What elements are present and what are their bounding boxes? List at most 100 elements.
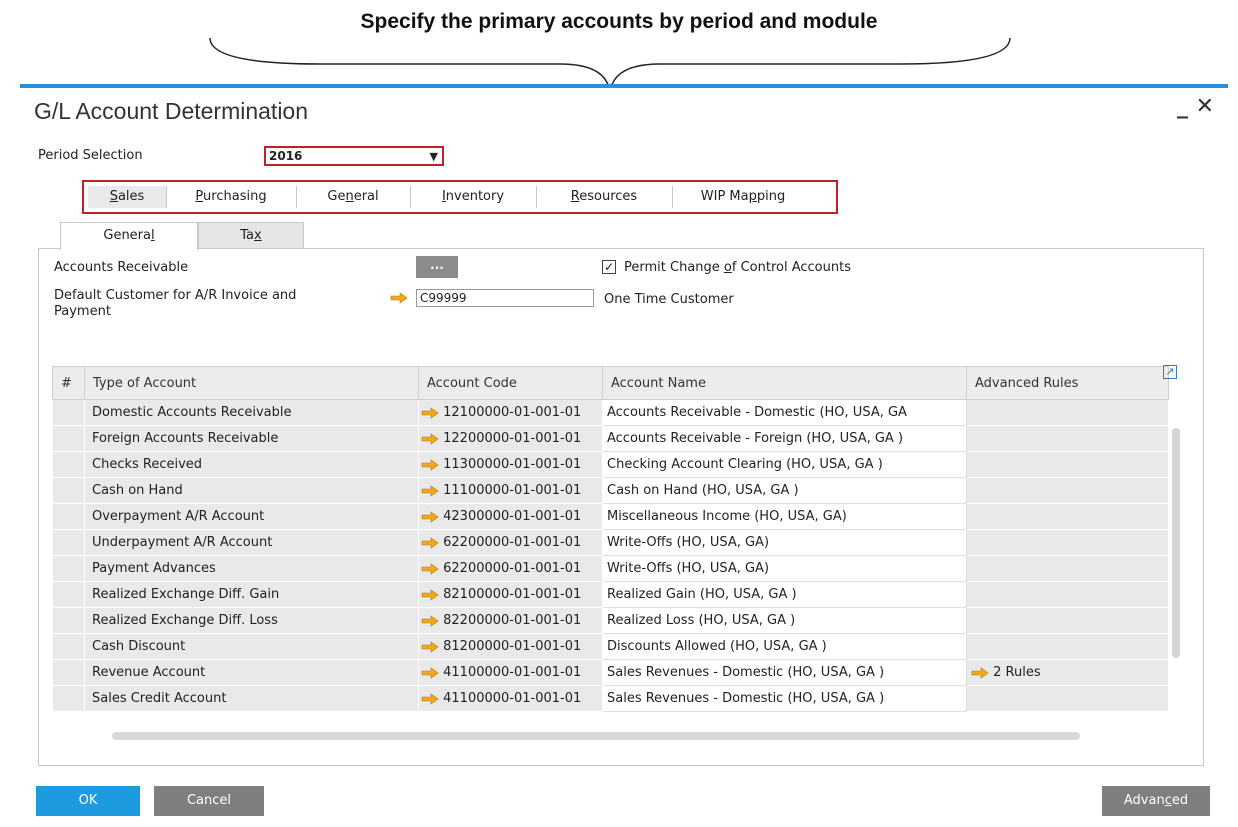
- account-code-cell[interactable]: 42300000-01-001-01: [418, 503, 603, 530]
- orange-right-arrow-icon[interactable]: [421, 640, 439, 653]
- table-row[interactable]: Overpayment A/R Account 42300000-01-001-…: [52, 503, 1169, 530]
- account-name-cell: Accounts Receivable - Foreign (HO, USA, …: [602, 425, 967, 452]
- table-header-row: # Type of Account Account Code Account N…: [52, 366, 1169, 400]
- orange-right-arrow-icon[interactable]: [421, 432, 439, 445]
- accounts-receivable-browse-button[interactable]: ...: [416, 256, 458, 278]
- account-code-cell[interactable]: 62200000-01-001-01: [418, 555, 603, 582]
- row-number-cell: [52, 659, 85, 686]
- table-row[interactable]: Realized Exchange Diff. Loss 82200000-01…: [52, 607, 1169, 634]
- table-row[interactable]: Sales Credit Account 41100000-01-001-01 S…: [52, 685, 1169, 712]
- table-row[interactable]: Cash on Hand 11100000-01-001-01 Cash on H…: [52, 477, 1169, 504]
- advanced-button[interactable]: Advanced: [1102, 786, 1210, 816]
- subtab-general-label: General: [103, 228, 155, 243]
- default-customer-name: One Time Customer: [604, 292, 734, 307]
- row-number-cell: [52, 399, 85, 426]
- table-row[interactable]: Payment Advances 62200000-01-001-01 Write…: [52, 555, 1169, 582]
- table-row[interactable]: Domestic Accounts Receivable 12100000-01…: [52, 399, 1169, 426]
- account-code-cell[interactable]: 12100000-01-001-01: [418, 399, 603, 426]
- orange-right-arrow-icon[interactable]: [421, 614, 439, 627]
- close-icon[interactable]: ✕: [1196, 94, 1214, 119]
- advanced-rules-cell[interactable]: 2 Rules: [966, 659, 1169, 686]
- account-code-value: 81200000-01-001-01: [443, 639, 582, 654]
- column-header-advanced-rules[interactable]: Advanced Rules: [966, 366, 1169, 400]
- account-name-cell: Write-Offs (HO, USA, GA): [602, 555, 967, 582]
- account-name-cell: Write-Offs (HO, USA, GA): [602, 529, 967, 556]
- default-customer-label: Default Customer for A/R Invoice and Pay…: [54, 288, 297, 319]
- type-of-account-cell: Overpayment A/R Account: [84, 503, 419, 530]
- advanced-rules-cell[interactable]: [966, 425, 1169, 452]
- tab-general[interactable]: General: [296, 186, 411, 208]
- tab-wip-mapping-label: WIP Mapping: [700, 189, 786, 204]
- account-name-cell: Sales Revenues - Domestic (HO, USA, GA ): [602, 685, 967, 712]
- default-customer-input[interactable]: C99999: [416, 289, 594, 307]
- column-header-type[interactable]: Type of Account: [84, 366, 419, 400]
- period-selection-dropdown[interactable]: 2016 ▼: [264, 146, 444, 166]
- table-row[interactable]: Underpayment A/R Account 62200000-01-001…: [52, 529, 1169, 556]
- expand-arrow-icon[interactable]: ↗: [1163, 365, 1177, 379]
- account-code-cell[interactable]: 12200000-01-001-01: [418, 425, 603, 452]
- table-row[interactable]: Foreign Accounts Receivable 12200000-01-…: [52, 425, 1169, 452]
- table-row[interactable]: Checks Received 11300000-01-001-01 Checki…: [52, 451, 1169, 478]
- advanced-rules-cell[interactable]: [966, 607, 1169, 634]
- table-row[interactable]: Realized Exchange Diff. Gain 82100000-01…: [52, 581, 1169, 608]
- account-code-cell[interactable]: 41100000-01-001-01: [418, 685, 603, 712]
- tab-wip-mapping[interactable]: WIP Mapping: [672, 186, 814, 208]
- orange-right-arrow-icon[interactable]: [421, 536, 439, 549]
- vertical-scrollbar[interactable]: [1172, 428, 1180, 658]
- type-of-account-cell: Underpayment A/R Account: [84, 529, 419, 556]
- account-code-cell[interactable]: 81200000-01-001-01: [418, 633, 603, 660]
- advanced-rules-cell[interactable]: [966, 529, 1169, 556]
- orange-right-arrow-icon[interactable]: [421, 588, 439, 601]
- orange-right-arrow-icon[interactable]: [421, 666, 439, 679]
- tab-purchasing[interactable]: Purchasing: [166, 186, 297, 208]
- orange-right-arrow-icon[interactable]: [421, 692, 439, 705]
- account-code-cell[interactable]: 62200000-01-001-01: [418, 529, 603, 556]
- tab-inventory[interactable]: Inventory: [410, 186, 537, 208]
- type-of-account-cell: Realized Exchange Diff. Gain: [84, 581, 419, 608]
- advanced-rules-cell[interactable]: [966, 555, 1169, 582]
- account-name-cell: Accounts Receivable - Domestic (HO, USA,…: [602, 399, 967, 426]
- horizontal-scrollbar[interactable]: [112, 732, 1080, 740]
- advanced-rules-cell[interactable]: [966, 633, 1169, 660]
- account-code-cell[interactable]: 11100000-01-001-01: [418, 477, 603, 504]
- cancel-button[interactable]: Cancel: [154, 786, 264, 816]
- minimize-icon[interactable]: _: [1177, 94, 1188, 119]
- advanced-rules-cell[interactable]: [966, 503, 1169, 530]
- subtab-general[interactable]: General: [60, 222, 198, 250]
- type-of-account-cell: Revenue Account: [84, 659, 419, 686]
- advanced-rules-cell[interactable]: [966, 451, 1169, 478]
- permit-change-checkbox[interactable]: ✓: [602, 260, 616, 274]
- type-of-account-cell: Domestic Accounts Receivable: [84, 399, 419, 426]
- account-code-value: 41100000-01-001-01: [443, 691, 582, 706]
- account-code-cell[interactable]: 82200000-01-001-01: [418, 607, 603, 634]
- column-header-account-code[interactable]: Account Code: [418, 366, 603, 400]
- advanced-rules-cell[interactable]: [966, 477, 1169, 504]
- tab-resources[interactable]: Resources: [536, 186, 673, 208]
- orange-right-arrow-icon[interactable]: [421, 406, 439, 419]
- orange-right-arrow-icon[interactable]: [421, 484, 439, 497]
- account-code-cell[interactable]: 11300000-01-001-01: [418, 451, 603, 478]
- subtab-tax[interactable]: Tax: [198, 222, 304, 248]
- advanced-rules-cell[interactable]: [966, 581, 1169, 608]
- advanced-rules-cell[interactable]: [966, 685, 1169, 712]
- type-of-account-cell: Realized Exchange Diff. Loss: [84, 607, 419, 634]
- account-name-cell: Miscellaneous Income (HO, USA, GA): [602, 503, 967, 530]
- account-code-cell[interactable]: 41100000-01-001-01: [418, 659, 603, 686]
- table-row[interactable]: Revenue Account 41100000-01-001-01 Sales …: [52, 659, 1169, 686]
- type-of-account-cell: Checks Received: [84, 451, 419, 478]
- account-code-value: 82200000-01-001-01: [443, 613, 582, 628]
- permit-change-label: Permit Change of Control Accounts: [624, 260, 851, 275]
- period-selection-value: 2016: [269, 149, 303, 163]
- orange-right-arrow-icon[interactable]: [421, 458, 439, 471]
- column-header-account-name[interactable]: Account Name: [602, 366, 967, 400]
- tab-inventory-label: Inventory: [441, 189, 505, 204]
- ok-button[interactable]: OK: [36, 786, 140, 816]
- advanced-rules-cell[interactable]: [966, 399, 1169, 426]
- orange-right-arrow-icon[interactable]: [390, 292, 408, 304]
- tab-sales[interactable]: Sales: [88, 186, 167, 208]
- table-row[interactable]: Cash Discount 81200000-01-001-01 Discount…: [52, 633, 1169, 660]
- orange-right-arrow-icon[interactable]: [421, 510, 439, 523]
- account-code-cell[interactable]: 82100000-01-001-01: [418, 581, 603, 608]
- orange-right-arrow-icon[interactable]: [971, 666, 989, 679]
- orange-right-arrow-icon[interactable]: [421, 562, 439, 575]
